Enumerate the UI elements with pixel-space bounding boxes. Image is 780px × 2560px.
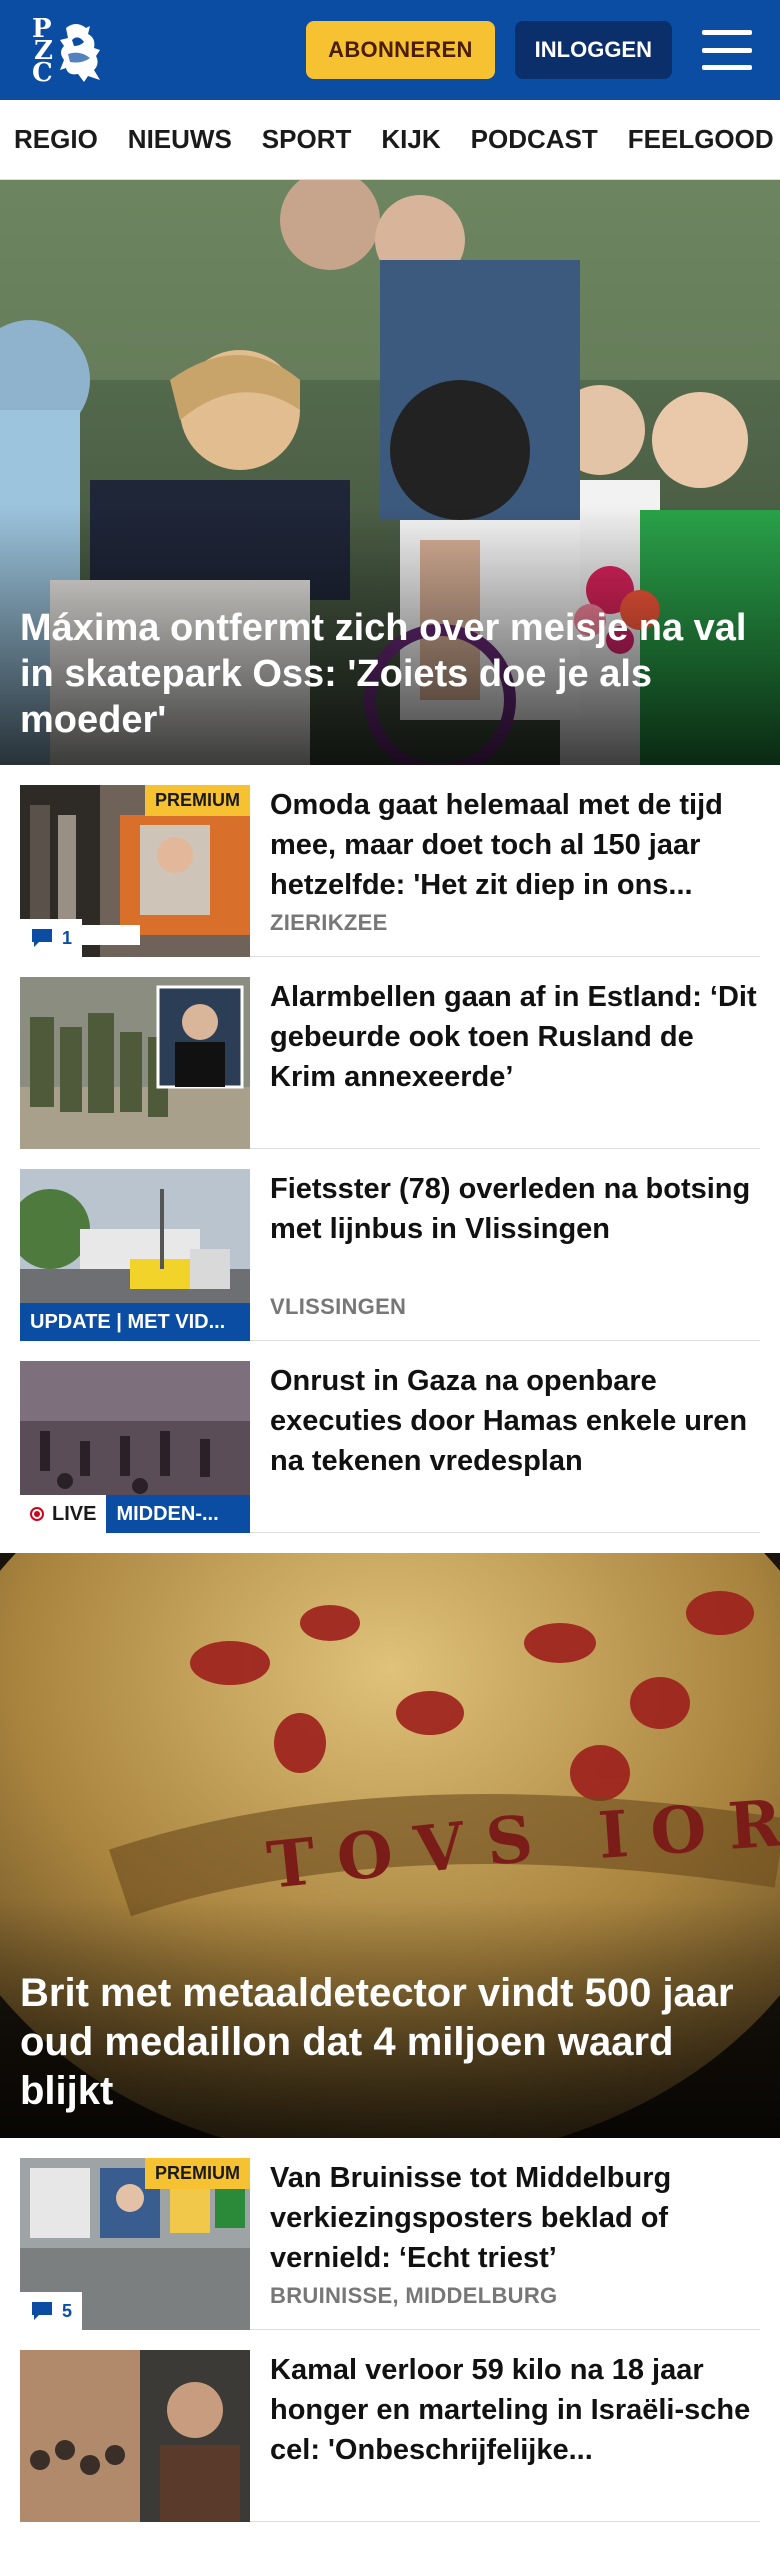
kamal-photo xyxy=(20,2350,250,2522)
soldiers-photo xyxy=(20,977,250,1149)
hero-article-2[interactable]: T O V S I O R Brit met metaaldetector vi… xyxy=(0,1553,780,2138)
article-location: BRUINISSE, MIDDELBURG xyxy=(270,2283,558,2308)
lion-emblem-icon xyxy=(60,24,100,82)
premium-badge: PREMIUM xyxy=(145,2158,250,2189)
nav-item-regio[interactable]: REGIO xyxy=(14,124,98,155)
live-badge: LIVE MIDDEN-... xyxy=(20,1495,250,1533)
article-text: Kamal verloor 59 kilo na 18 jaar honger … xyxy=(270,2350,760,2501)
comment-bubble-icon xyxy=(32,2302,52,2320)
article-title[interactable]: Fietsster (78) overleden na botsing met … xyxy=(270,1169,760,1249)
article-title[interactable]: Omoda gaat helemaal met de tijd mee, maa… xyxy=(270,785,760,904)
article-text: Van Bruinisse tot Middelburg verkiezings… xyxy=(270,2158,760,2309)
article-location: VLISSINGEN xyxy=(270,1294,407,1319)
hero-article[interactable]: Máxima ontfermt zich over meisje na val … xyxy=(0,180,780,765)
article-item[interactable]: Kamal verloor 59 kilo na 18 jaar honger … xyxy=(20,2330,760,2522)
article-location: ZIERIKZEE xyxy=(270,910,388,935)
nav-item-sport[interactable]: SPORT xyxy=(262,124,352,155)
article-item[interactable]: UPDATE | MET VID... Fietsster (78) overl… xyxy=(20,1149,760,1341)
article-list-1: PREMIUM 1 Omoda gaat helemaal met de tij… xyxy=(0,765,780,1533)
comment-count-badge[interactable]: 1 xyxy=(20,919,83,957)
article-title[interactable]: Van Bruinisse tot Middelburg verkiezings… xyxy=(270,2158,760,2277)
live-label: LIVE xyxy=(20,1495,107,1533)
article-text: Alarmbellen gaan af in Estland: ‘Dit geb… xyxy=(270,977,760,1128)
article-item[interactable]: LIVE MIDDEN-... Onrust in Gaza na openba… xyxy=(20,1341,760,1533)
article-title[interactable]: Alarmbellen gaan af in Estland: ‘Dit geb… xyxy=(270,977,760,1097)
nav-item-feelgood[interactable]: FEELGOOD xyxy=(628,124,774,155)
article-title[interactable]: Onrust in Gaza na openbare executies doo… xyxy=(270,1361,760,1481)
article-thumbnail[interactable]: PREMIUM 5 xyxy=(20,2158,250,2330)
section-nav: REGIO NIEUWS SPORT KIJK PODCAST FEELGOOD… xyxy=(0,100,780,180)
article-thumbnail[interactable] xyxy=(20,2350,250,2522)
article-text: Onrust in Gaza na openbare executies doo… xyxy=(270,1361,760,1512)
article-thumbnail[interactable]: LIVE MIDDEN-... xyxy=(20,1361,250,1533)
article-thumbnail[interactable] xyxy=(20,977,250,1149)
premium-badge: PREMIUM xyxy=(145,785,250,816)
update-video-badge: UPDATE | MET VID... xyxy=(20,1303,250,1341)
article-list-2: PREMIUM 5 Van Bruinisse tot Middelburg v… xyxy=(0,2138,780,2522)
comment-count: 1 xyxy=(62,927,73,948)
nav-item-nieuws[interactable]: NIEUWS xyxy=(128,124,232,155)
article-thumbnail[interactable]: PREMIUM 1 xyxy=(20,785,250,957)
article-item[interactable]: PREMIUM 5 Van Bruinisse tot Middelburg v… xyxy=(20,2138,760,2330)
comment-bubble-icon xyxy=(32,929,52,947)
comment-count: 5 xyxy=(62,2300,73,2321)
login-button[interactable]: INLOGGEN xyxy=(514,21,672,79)
article-text: Omoda gaat helemaal met de tijd mee, maa… xyxy=(270,785,760,936)
article-item[interactable]: Alarmbellen gaan af in Estland: ‘Dit geb… xyxy=(20,957,760,1149)
comment-count-badge[interactable]: 5 xyxy=(20,2292,83,2330)
nav-item-kijk[interactable]: KIJK xyxy=(381,124,440,155)
top-bar: P Z C ABONNEREN INLOGGEN xyxy=(0,0,780,100)
logo-letter-c: C xyxy=(32,58,53,88)
live-text: LIVE xyxy=(52,1502,97,1525)
pzc-logo[interactable]: P Z C xyxy=(28,14,108,88)
hamburger-icon[interactable] xyxy=(702,30,752,70)
hero2-headline[interactable]: Brit met metaaldetector vindt 500 jaar o… xyxy=(20,1969,760,2116)
article-thumbnail[interactable]: UPDATE | MET VID... xyxy=(20,1169,250,1341)
article-text: Fietsster (78) overleden na botsing met … xyxy=(270,1169,760,1320)
header-actions: ABONNEREN INLOGGEN xyxy=(306,21,752,79)
live-dot-icon xyxy=(30,1507,44,1521)
svg-text:I O R: I O R xyxy=(596,1786,780,1874)
nav-item-podcast[interactable]: PODCAST xyxy=(471,124,598,155)
subscribe-button[interactable]: ABONNEREN xyxy=(306,21,495,79)
article-item[interactable]: PREMIUM 1 Omoda gaat helemaal met de tij… xyxy=(20,765,760,957)
hero-headline[interactable]: Máxima ontfermt zich over meisje na val … xyxy=(20,605,760,743)
category-label: MIDDEN-... xyxy=(106,1495,250,1533)
article-title[interactable]: Kamal verloor 59 kilo na 18 jaar honger … xyxy=(270,2350,760,2470)
